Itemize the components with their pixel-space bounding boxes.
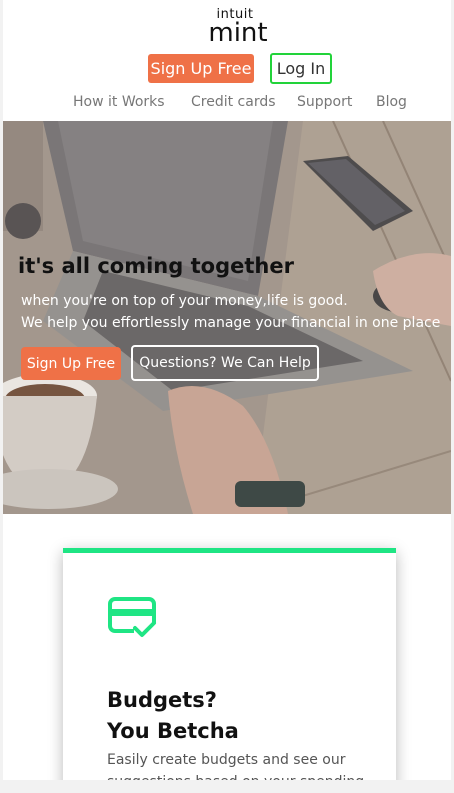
hero-signup-button[interactable]: Sign Up Free bbox=[21, 347, 121, 380]
card-description: Easily create budgets and see our sugges… bbox=[107, 752, 364, 780]
card-title: Budgets? You Betcha bbox=[107, 685, 239, 747]
card-title-line2: You Betcha bbox=[107, 719, 239, 743]
nav-support[interactable]: Support bbox=[297, 94, 352, 110]
auth-buttons: Sign Up Free Log In bbox=[3, 53, 451, 84]
questions-help-button[interactable]: Questions? We Can Help bbox=[131, 345, 319, 381]
credit-card-check-icon bbox=[108, 597, 158, 641]
mint-logo[interactable]: intuit mint bbox=[3, 8, 451, 48]
hero-subtitle-line1: when you're on top of your money,life is… bbox=[21, 293, 348, 309]
hero-title: it's all coming together bbox=[18, 254, 294, 278]
login-button[interactable]: Log In bbox=[270, 53, 332, 84]
budgets-feature-card: Budgets? You Betcha Easily create budget… bbox=[63, 548, 396, 780]
header-signup-button[interactable]: Sign Up Free bbox=[148, 54, 254, 83]
nav-how-it-works[interactable]: How it Works bbox=[73, 94, 165, 110]
hero-subtitle-line2: We help you effortlessly manage your fin… bbox=[21, 315, 441, 331]
card-title-line1: Budgets? bbox=[107, 688, 217, 712]
nav-blog[interactable]: Blog bbox=[376, 94, 407, 110]
main-nav: How it Works Credit cards Support Blog bbox=[3, 94, 451, 112]
nav-credit-cards[interactable]: Credit cards bbox=[191, 94, 276, 110]
logo-mint-text: mint bbox=[208, 18, 268, 48]
page: intuit mint Sign Up Free Log In How it W… bbox=[3, 0, 451, 780]
hero-section: it's all coming together when you're on … bbox=[3, 121, 451, 514]
